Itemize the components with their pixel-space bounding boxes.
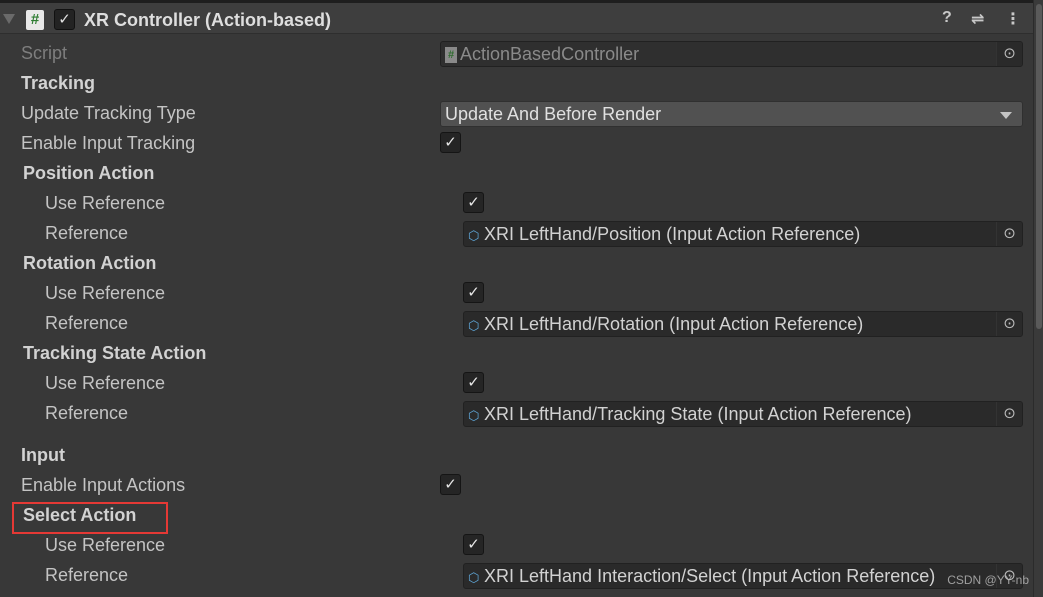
field-row: Reference ⬡ XRI LeftHand/Tracking State (I…	[0, 399, 1033, 429]
checkbox[interactable]: ✓	[440, 474, 461, 495]
field-label: Use Reference	[45, 373, 166, 393]
object-field-value: XRI LeftHand Interaction/Select (Input A…	[484, 566, 936, 586]
field-row: Rotation Action	[0, 249, 1033, 279]
field-label: Rotation Action	[23, 253, 157, 273]
field-row: Reference ⬡ XRI LeftHand/Position (Input A…	[0, 219, 1033, 249]
scrollbar-thumb[interactable]	[1036, 4, 1042, 329]
field-row: Enable Input Tracking ✓	[0, 129, 1033, 159]
object-field-value: ActionBasedController	[460, 44, 640, 64]
checkbox[interactable]: ✓	[440, 132, 461, 153]
field-row: Tracking	[0, 69, 1033, 99]
component-enabled-checkbox[interactable]: ✓	[54, 9, 75, 30]
checkbox[interactable]: ✓	[463, 192, 484, 213]
field-row: Use Reference ✓	[0, 369, 1033, 399]
field-label: Reference	[45, 565, 129, 585]
highlight-box	[12, 502, 168, 534]
object-picker-icon[interactable]: ⊙	[996, 42, 1022, 66]
field-row: Script # ActionBasedController ⊙	[0, 39, 1033, 69]
script-icon: #	[26, 10, 44, 30]
chevron-down-icon	[1000, 112, 1012, 119]
object-field[interactable]: ⬡ XRI LeftHand/Tracking State (Input Acti…	[463, 401, 1023, 427]
field-label: Tracking State Action	[23, 343, 207, 363]
object-field[interactable]: ⬡ XRI LeftHand Interaction/Select (Input …	[463, 563, 1023, 589]
field-row: Enable Input Actions ✓	[0, 471, 1033, 501]
object-picker-icon[interactable]: ⊙	[996, 312, 1022, 336]
field-label: Position Action	[23, 163, 155, 183]
field-label: Enable Input Tracking	[21, 133, 196, 153]
field-label: Reference	[45, 403, 129, 423]
field-row: Use Reference ✓	[0, 189, 1033, 219]
field-row: Update Tracking Type Update And Before Re…	[0, 99, 1033, 129]
field-row: Input	[0, 441, 1033, 471]
field-label: Tracking	[21, 73, 96, 93]
field-row: Reference ⬡ XRI LeftHand/Rotation (Input A…	[0, 309, 1033, 339]
watermark: CSDN @YY-nb	[947, 573, 1029, 587]
field-label: Script	[21, 43, 68, 63]
object-field-value: XRI LeftHand/Position (Input Action Refe…	[484, 224, 861, 244]
object-field[interactable]: ⬡ XRI LeftHand/Rotation (Input Action Ref…	[463, 311, 1023, 337]
input-action-icon: ⬡	[468, 228, 480, 243]
script-icon: #	[445, 47, 457, 64]
field-label: Reference	[45, 313, 129, 333]
field-label: Reference	[45, 223, 129, 243]
update-tracking-type-dropdown[interactable]: Update And Before Render	[440, 101, 1023, 127]
field-label: Use Reference	[45, 193, 166, 213]
dropdown-value: Update And Before Render	[445, 104, 662, 124]
field-row: Position Action	[0, 159, 1033, 189]
object-field[interactable]: ⬡ XRI LeftHand/Position (Input Action Ref…	[463, 221, 1023, 247]
checkbox[interactable]: ✓	[463, 372, 484, 393]
input-action-icon: ⬡	[468, 408, 480, 423]
field-label: Use Reference	[45, 535, 166, 555]
field-row: Reference ⬡ XRI LeftHand Interaction/Selec…	[0, 561, 1033, 591]
field-label: Update Tracking Type	[21, 103, 196, 123]
scrollbar[interactable]	[1033, 0, 1043, 597]
object-picker-icon[interactable]: ⊙	[996, 222, 1022, 246]
component-title: XR Controller (Action-based)	[84, 10, 332, 30]
input-action-icon: ⬡	[468, 570, 480, 585]
object-picker-icon[interactable]: ⊙	[996, 402, 1022, 426]
checkbox[interactable]: ✓	[463, 282, 484, 303]
field-label: Enable Input Actions	[21, 475, 186, 495]
checkbox[interactable]: ✓	[463, 534, 484, 555]
input-action-icon: ⬡	[468, 318, 480, 333]
field-row: Use Reference ✓	[0, 279, 1033, 309]
object-field-value: XRI LeftHand/Rotation (Input Action Refe…	[484, 314, 864, 334]
object-field-value: XRI LeftHand/Tracking State (Input Actio…	[484, 404, 912, 424]
field-label: Input	[21, 445, 65, 465]
preset-icon[interactable]: ⇌	[971, 9, 984, 29]
component-header[interactable]: # ✓ XR Controller (Action-based) ? ⇌ ⋮	[0, 3, 1033, 34]
field-row: Tracking State Action	[0, 339, 1033, 369]
foldout-arrow-icon[interactable]	[3, 14, 15, 24]
help-icon[interactable]: ?	[942, 9, 952, 27]
object-field[interactable]: # ActionBasedController ⊙	[440, 41, 1023, 67]
field-label: Use Reference	[45, 283, 166, 303]
more-menu-icon[interactable]: ⋮	[1005, 9, 1021, 29]
field-row: Use Reference ✓	[0, 531, 1033, 561]
